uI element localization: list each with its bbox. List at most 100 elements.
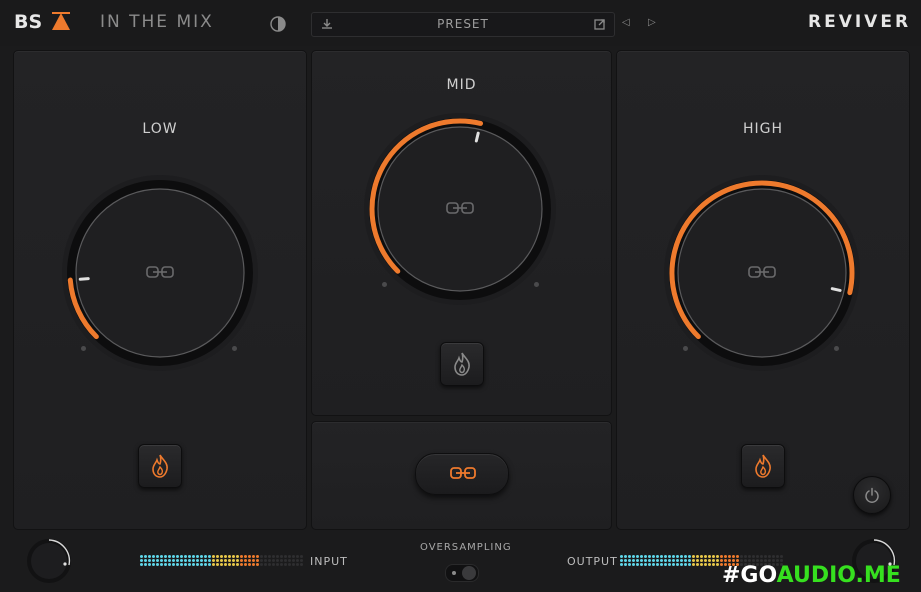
meter-segment [620, 559, 623, 562]
high-knob-max-marker [834, 346, 839, 351]
meter-segment [248, 563, 251, 566]
meter-segment [140, 555, 143, 558]
save-icon[interactable] [593, 17, 607, 31]
meter-segment [180, 555, 183, 558]
meter-segment [652, 559, 655, 562]
meter-segment [772, 555, 775, 558]
meter-segment [664, 559, 667, 562]
preset-selector[interactable]: PRESET [311, 12, 615, 37]
meter-segment [188, 559, 191, 562]
high-saturation-button[interactable] [741, 444, 785, 488]
meter-segment [280, 563, 283, 566]
mid-knob-graphic[interactable] [362, 112, 558, 308]
mid-knob[interactable] [362, 112, 558, 308]
meter-segment [252, 563, 255, 566]
link-bands-button[interactable] [415, 453, 509, 495]
meter-segment [160, 555, 163, 558]
meter-segment [688, 555, 691, 558]
preset-name: PRESET [437, 17, 489, 31]
flame-icon [755, 454, 771, 478]
watermark-part1: #GO [722, 563, 777, 588]
meter-segment [280, 559, 283, 562]
meter-segment [264, 559, 267, 562]
meter-segment [260, 555, 263, 558]
meter-segment [656, 555, 659, 558]
meter-segment [664, 555, 667, 558]
meter-segment [144, 555, 147, 558]
meter-segment [700, 555, 703, 558]
meter-segment [200, 559, 203, 562]
meter-segment [252, 559, 255, 562]
meter-segment [288, 563, 291, 566]
meter-segment [704, 559, 707, 562]
meter-segment [700, 563, 703, 566]
meter-segment [196, 559, 199, 562]
meter-segment [168, 563, 171, 566]
meter-segment [168, 555, 171, 558]
meter-segment [296, 555, 299, 558]
meter-segment [268, 555, 271, 558]
meter-segment [736, 559, 739, 562]
meter-segment [180, 559, 183, 562]
power-icon [865, 487, 879, 503]
meter-segment [772, 559, 775, 562]
meter-segment [636, 559, 639, 562]
meter-segment [704, 563, 707, 566]
meter-segment [676, 559, 679, 562]
meter-segment [748, 555, 751, 558]
meter-segment [712, 555, 715, 558]
meter-segment [172, 563, 175, 566]
brand-logo: BS [14, 11, 43, 33]
meter-segment [692, 563, 695, 566]
meter-segment [200, 563, 203, 566]
meter-segment [172, 555, 175, 558]
meter-segment [216, 563, 219, 566]
meter-segment [140, 563, 143, 566]
meter-segment [740, 559, 743, 562]
bypass-button[interactable] [853, 476, 891, 514]
meter-segment [152, 555, 155, 558]
meter-segment [220, 563, 223, 566]
meter-segment [672, 559, 675, 562]
meter-segment [236, 559, 239, 562]
low-knob[interactable] [60, 175, 260, 375]
prev-arrow-icon[interactable]: ◁ [622, 17, 630, 28]
meter-segment [232, 555, 235, 558]
meter-segment [764, 559, 767, 562]
meter-segment [300, 563, 303, 566]
meter-segment [248, 555, 251, 558]
meter-segment [160, 559, 163, 562]
meter-segment [240, 559, 243, 562]
brand-logo-triangle [52, 13, 70, 30]
contrast-icon[interactable] [270, 16, 286, 32]
output-label: OUTPUT [567, 555, 618, 568]
meter-segment [652, 555, 655, 558]
high-knob-graphic[interactable] [662, 175, 862, 375]
low-knob-graphic[interactable] [60, 175, 260, 375]
meter-segment [148, 555, 151, 558]
meter-segment [632, 559, 635, 562]
meter-segment [768, 559, 771, 562]
product-logo: REVIVER [808, 12, 912, 32]
meter-segment [744, 555, 747, 558]
input-gain-knob[interactable] [26, 538, 72, 584]
mid-saturation-button[interactable] [440, 342, 484, 386]
meter-segment [628, 555, 631, 558]
meter-segment [696, 559, 699, 562]
oversampling-toggle-thumb[interactable] [462, 566, 476, 580]
high-knob[interactable] [662, 175, 862, 375]
meter-segment [232, 559, 235, 562]
meter-segment [208, 563, 211, 566]
meter-segment [700, 559, 703, 562]
meter-segment [664, 563, 667, 566]
meter-segment [188, 563, 191, 566]
next-arrow-icon[interactable]: ▷ [648, 17, 656, 28]
meter-segment [648, 563, 651, 566]
meter-segment [776, 555, 779, 558]
meter-segment [624, 563, 627, 566]
meter-segment [672, 563, 675, 566]
oversampling-toggle[interactable] [445, 564, 479, 582]
meter-segment [660, 563, 663, 566]
low-saturation-button[interactable] [138, 444, 182, 488]
meter-segment [732, 555, 735, 558]
